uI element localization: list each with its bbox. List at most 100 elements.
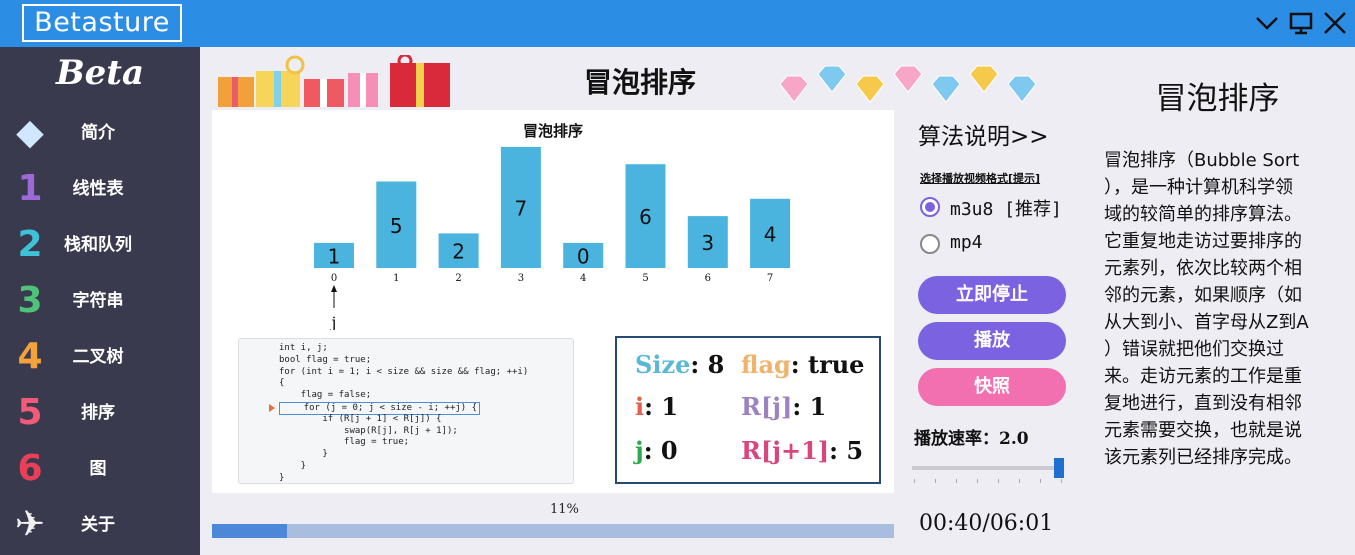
slider-tick — [935, 479, 936, 483]
bar-value-label: 2 — [452, 240, 465, 264]
x-tick-label: 4 — [580, 273, 586, 284]
variable-name: j — [635, 436, 644, 465]
x-tick-label: 7 — [767, 273, 773, 284]
variable-colon: : — [790, 350, 800, 379]
monitor-icon[interactable] — [1287, 9, 1315, 37]
info-text-line: 它重复地走访过要排序的 — [1104, 231, 1302, 252]
sidebar-item-1[interactable]: 1 线性表 — [0, 164, 200, 214]
number-3-icon: 3 — [17, 280, 43, 321]
variable-value: 1 — [809, 392, 827, 421]
number-5-icon: 5 — [17, 392, 43, 433]
minimize-icon[interactable] — [1253, 9, 1281, 37]
play-button[interactable]: 播放 — [918, 322, 1066, 360]
speed-slider-handle[interactable] — [1054, 458, 1064, 478]
x-tick-label: 2 — [455, 273, 461, 284]
code-line: int i, j; — [279, 343, 328, 353]
variable-colon: : — [644, 392, 653, 421]
number-6-icon: 6 — [17, 448, 43, 489]
bar-value-label: 0 — [577, 244, 590, 268]
number-2-icon: 2 — [17, 224, 43, 265]
main-area: 冒泡排序 冒泡排序 1051227304653647j int i, j; boo… — [200, 47, 1355, 555]
sidebar-item-5[interactable]: 5 排序 — [0, 388, 200, 438]
sidebar-item-label: 栈和队列 — [64, 235, 132, 255]
sidebar-item-label: 二叉树 — [72, 347, 124, 367]
info-text-line: 复地进行，直到没有相邻 — [1104, 393, 1302, 414]
slider-tick — [956, 479, 957, 483]
speed-slider[interactable] — [912, 466, 1062, 470]
page-title: 冒泡排序 — [583, 66, 696, 99]
close-icon[interactable] — [1321, 9, 1349, 37]
code-line: } — [279, 449, 328, 460]
sidebar-item-label: 图 — [89, 459, 107, 479]
radio-button[interactable] — [920, 197, 940, 217]
info-text-line: 元素列，依次比较两个相 — [1104, 258, 1302, 279]
code-panel: int i, j; bool flag = true; for (int i = 1… — [238, 338, 574, 484]
radio-button[interactable] — [920, 234, 940, 254]
x-tick-label: 6 — [705, 273, 711, 284]
sidebar-item-label: 简介 — [81, 123, 115, 143]
code-line: for (int i = 1; i < size && size && flag… — [279, 366, 529, 377]
variable-3: R[j]: 1 — [741, 392, 826, 421]
variable-value: 8 — [707, 350, 725, 379]
sidebar-item-3[interactable]: 3 字符串 — [0, 276, 200, 326]
algorithm-explanation-link[interactable]: 算法说明>> — [918, 117, 1049, 151]
bar-chart: 1 0 5 1 2 2 7 3 0 4 6 5 3 6 4 7 j — [314, 146, 791, 330]
info-title: 冒泡排序 — [1155, 81, 1280, 117]
bar-value-label: 3 — [701, 231, 714, 255]
slider-tick — [998, 479, 999, 483]
info-text-line: 冒泡排序（Bubble Sort — [1104, 150, 1300, 171]
origami-bird-icon: ✈ — [14, 504, 46, 545]
visualization-canvas: 冒泡排序 1051227304653647j int i, j; bool fla… — [212, 110, 894, 493]
variable-value: true — [808, 350, 865, 379]
diamond-icon — [817, 65, 847, 93]
variable-colon: : — [829, 436, 839, 465]
bar-value-label: 7 — [515, 196, 528, 220]
progress-fill — [212, 524, 288, 538]
slider-tick — [1019, 479, 1020, 483]
code-line: } — [279, 461, 307, 471]
variable-5: R[j+1]: 5 — [741, 436, 863, 465]
variable-name: Size — [635, 350, 691, 379]
stop-button[interactable]: 立即停止 — [918, 276, 1066, 314]
sidebar-item-4[interactable]: 4 二叉树 — [0, 332, 200, 382]
diamond-icon — [779, 75, 809, 103]
bar-value-label: 4 — [764, 222, 777, 246]
variable-0: Size: 8 — [635, 350, 724, 379]
diamond-icon: ◆ — [16, 112, 44, 153]
variable-colon: : — [690, 350, 700, 379]
controls-panel: 算法说明>> 选择播放视频格式[提示] m3u8 [推荐] mp4 立即停止 播放快… — [910, 47, 1080, 555]
variable-name: flag — [741, 350, 791, 379]
progress-label: 11% — [550, 502, 579, 517]
format-hint-link[interactable]: 选择播放视频格式[提示] — [920, 170, 1040, 186]
slider-tick — [1040, 479, 1041, 483]
variable-name: i — [635, 392, 645, 421]
sidebar-item-label: 关于 — [81, 515, 115, 535]
code-line: flag = false; — [279, 390, 372, 401]
variable-name: R[j] — [741, 392, 793, 421]
snapshot-button[interactable]: 快照 — [918, 368, 1066, 406]
bar-value-label: 5 — [390, 214, 403, 238]
slider-tick — [914, 479, 915, 483]
variable-4: j: 0 — [635, 436, 678, 465]
code-line: { — [279, 378, 285, 389]
sidebar-item-0[interactable]: ◆ 简介 — [0, 108, 200, 158]
info-text-line: 元素需要交换，也就是说 — [1104, 420, 1302, 441]
pointer-arrowhead — [331, 285, 337, 292]
playback-timer: 00:40/06:01 — [919, 511, 1054, 536]
sidebar-item-label: 字符串 — [72, 291, 124, 311]
info-text-line: 域的较简单的排序算法。 — [1104, 204, 1302, 225]
sidebar-item-7[interactable]: ✈ 关于 — [0, 500, 200, 550]
x-tick-label: 5 — [642, 273, 648, 284]
sidebar-item-6[interactable]: 6图 — [0, 444, 200, 494]
info-text-line: 从大到小、首字母从Z到A — [1104, 312, 1309, 333]
progress-bar[interactable] — [212, 524, 894, 538]
number-4-icon: 4 — [17, 336, 43, 377]
info-text-line: ）错误就把他们交换过 — [1104, 339, 1284, 360]
bar-value-label: 6 — [639, 205, 652, 229]
radio-label: mp4 — [950, 232, 983, 253]
bar-value-label: 1 — [328, 244, 341, 268]
code-line: swap(R[j], R[j + 1]); — [279, 425, 458, 436]
sidebar-item-2[interactable]: 2 栈和队列 — [0, 220, 200, 270]
slider-tick — [977, 479, 978, 483]
brand-logo: Beta — [55, 53, 145, 93]
